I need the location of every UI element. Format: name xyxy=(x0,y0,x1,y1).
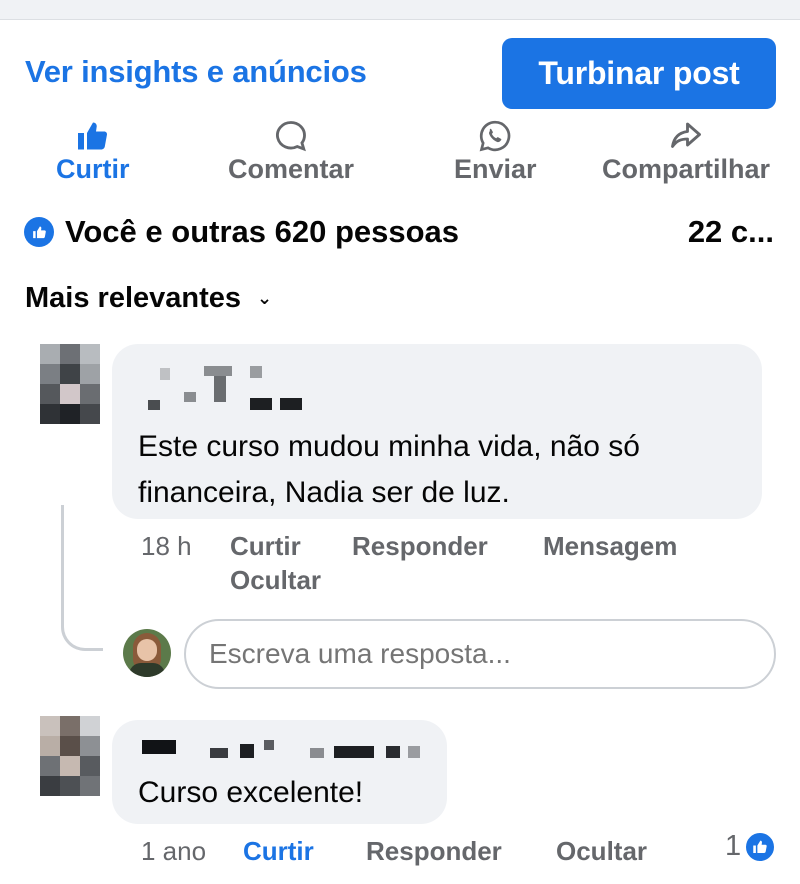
reactions-summary[interactable]: Você e outras 620 pessoas 22 c... xyxy=(24,214,784,254)
comment-action[interactable]: Comentar xyxy=(228,118,354,185)
comment-hide-button[interactable]: Ocultar xyxy=(230,565,321,596)
comment-author-name[interactable] xyxy=(140,738,430,762)
comment-action-label: Comentar xyxy=(228,154,355,184)
insights-link[interactable]: Ver insights e anúncios xyxy=(25,54,367,90)
like-reaction-icon xyxy=(744,830,777,863)
share-action-label: Compartilhar xyxy=(602,154,771,184)
whatsapp-icon xyxy=(479,120,511,152)
comment-like-button[interactable]: Curtir xyxy=(243,836,314,867)
comment-reply-button[interactable]: Responder xyxy=(366,836,502,867)
comments-count[interactable]: 22 c... xyxy=(688,214,774,250)
like-action[interactable]: Curtir xyxy=(56,118,130,185)
top-bar xyxy=(0,0,800,20)
comment-author-name[interactable] xyxy=(140,362,310,412)
comment-reply-button[interactable]: Responder xyxy=(352,531,488,562)
boost-post-button[interactable]: Turbinar post xyxy=(502,38,776,109)
share-arrow-icon xyxy=(671,122,701,148)
comment-sort-dropdown[interactable]: Mais relevantes ⌄ xyxy=(25,282,272,315)
comment-time[interactable]: 18 h xyxy=(141,531,192,562)
sort-label: Mais relevantes xyxy=(25,282,242,314)
comment-hide-button[interactable]: Ocultar xyxy=(556,836,647,867)
comment-icon xyxy=(276,121,306,152)
like-action-label: Curtir xyxy=(56,154,130,184)
avatar[interactable] xyxy=(40,716,100,796)
comment-message-button[interactable]: Mensagem xyxy=(543,531,677,562)
reactions-summary-text: Você e outras 620 pessoas xyxy=(65,214,460,249)
avatar xyxy=(123,629,171,677)
send-action-label: Enviar xyxy=(454,154,537,184)
comment-time[interactable]: 1 ano xyxy=(141,836,206,867)
comment-bubble[interactable]: Este curso mudou minha vida, não só fina… xyxy=(112,344,762,519)
like-reaction-icon xyxy=(24,217,54,247)
comment-like-button[interactable]: Curtir xyxy=(230,531,301,562)
comment-text: Este curso mudou minha vida, não só fina… xyxy=(138,430,640,509)
send-action[interactable]: Enviar xyxy=(454,118,537,185)
reply-input[interactable] xyxy=(184,619,776,689)
reply-thread-line xyxy=(61,505,103,651)
comment-like-count[interactable]: 1 xyxy=(725,830,777,863)
post-action-bar: Curtir Comentar Enviar Compartilhar xyxy=(0,118,800,190)
chevron-down-icon: ⌄ xyxy=(257,288,273,308)
like-count-number: 1 xyxy=(725,830,742,862)
comment-bubble[interactable]: Curso excelente! xyxy=(112,720,447,824)
share-action[interactable]: Compartilhar xyxy=(602,118,770,185)
avatar[interactable] xyxy=(40,344,100,424)
comment-text: Curso excelente! xyxy=(138,776,364,809)
thumbs-up-icon xyxy=(77,122,107,150)
